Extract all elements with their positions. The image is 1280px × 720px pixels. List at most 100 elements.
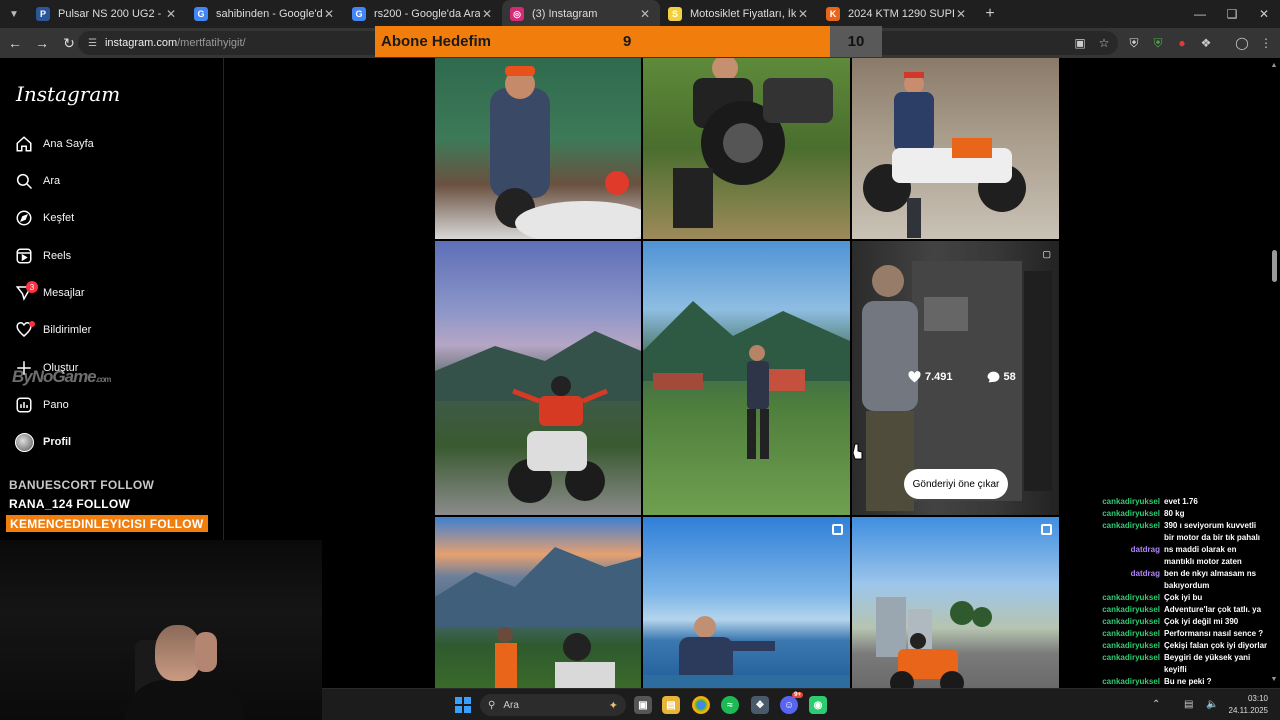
home-icon <box>14 134 34 154</box>
nav-messages[interactable]: 3 Mesajlar <box>14 281 85 305</box>
post-thumbnail[interactable] <box>435 517 641 688</box>
browser-tab[interactable]: S Motosiklet Fiyatları, İkinci El ve✕ <box>660 0 818 28</box>
chat-text: Çekişi falan çok iyi diyorlar <box>1164 641 1268 650</box>
record-extension-icon[interactable]: ● <box>1170 36 1194 50</box>
tab-favicon-icon: K <box>826 7 840 21</box>
feature-post-button[interactable]: Gönderiyi öne çıkar <box>904 469 1008 499</box>
chat-username: cankadiryuksel <box>1102 509 1160 518</box>
tab-close-icon[interactable]: ✕ <box>796 7 810 21</box>
tab-close-icon[interactable]: ✕ <box>638 7 652 21</box>
nav-profile[interactable]: Profil <box>14 430 71 454</box>
close-window-button[interactable]: ✕ <box>1248 0 1280 28</box>
tab-close-icon[interactable]: ✕ <box>480 7 494 21</box>
chat-username: cankadiryuksel <box>1102 641 1160 650</box>
chat-message: cankadiryuksel Çok iyi bu <box>1080 592 1270 604</box>
windows-start-icon[interactable] <box>455 697 471 713</box>
scrollbar-thumb[interactable] <box>1272 250 1277 282</box>
profile-icon[interactable]: ◯ <box>1230 36 1254 50</box>
nav-explore[interactable]: Keşfet <box>14 206 74 230</box>
nav-dashboard[interactable]: Pano <box>14 393 69 417</box>
post-image <box>643 301 850 459</box>
browser-tab[interactable]: P Pulsar NS 200 UG2 - 60 Ay Vade✕ <box>28 0 186 28</box>
post-thumbnail[interactable] <box>643 58 850 239</box>
forward-button[interactable]: → <box>30 35 54 51</box>
tab-close-icon[interactable]: ✕ <box>322 7 336 21</box>
post-stats: 7.491 58 <box>908 371 1050 383</box>
tab-favicon-icon: G <box>194 7 208 21</box>
tab-close-icon[interactable]: ✕ <box>954 7 968 21</box>
app-icon[interactable]: ❖ <box>751 696 769 714</box>
tab-favicon-icon: S <box>668 7 682 21</box>
tab-search-chevron-icon[interactable]: ▼ <box>0 0 28 28</box>
site-info-icon[interactable]: ☰ <box>88 38 97 49</box>
tab-title: rs200 - Google'da Ara <box>374 8 480 20</box>
chat-username: cankadiryuksel <box>1102 497 1160 506</box>
chat-text: ben de nkyı almasam ns bakıyordum <box>1164 569 1257 590</box>
new-tab-button[interactable]: + <box>976 5 1004 23</box>
profile-avatar-image <box>14 432 34 452</box>
chat-text: Çok iyi değil mi 390 <box>1164 617 1239 626</box>
volume-icon[interactable]: 🔈 <box>1206 699 1218 710</box>
chat-message: cankadiryuksel Performansı nasıl sence ? <box>1080 628 1270 640</box>
adguard-icon[interactable]: ⛨ <box>1146 36 1170 51</box>
chat-message: datdrag ns maddi olarak en mantıklı motor… <box>1080 544 1270 568</box>
webcam-feed <box>0 540 322 720</box>
taskbar-search[interactable]: ⚲ Ara ✦ <box>480 694 626 716</box>
chrome-icon[interactable] <box>692 696 710 714</box>
back-button[interactable]: ← <box>3 35 27 51</box>
heart-icon <box>14 320 35 340</box>
browser-tab[interactable]: Grs200 - Google'da Ara ✕ <box>344 0 502 28</box>
minimize-button[interactable]: — <box>1184 0 1216 28</box>
chat-username: datdrag <box>1130 545 1160 554</box>
post-thumbnail[interactable] <box>435 58 641 239</box>
avatar <box>14 432 34 452</box>
tab-title: Pulsar NS 200 UG2 - 60 Ay Vade <box>58 8 164 20</box>
puzzle-icon[interactable]: ❖ <box>1194 36 1218 50</box>
post-thumbnail[interactable] <box>852 58 1059 239</box>
start-tile <box>464 706 471 713</box>
window-controls: — ❑ ✕ <box>1184 0 1280 28</box>
comment-bubble-icon <box>987 371 999 383</box>
post-thumbnail[interactable] <box>643 241 850 515</box>
nav-reels[interactable]: Reels <box>14 244 71 268</box>
post-thumbnail[interactable] <box>435 241 641 515</box>
bookmark-star-icon[interactable]: ☆ <box>1092 36 1116 50</box>
nav-search[interactable]: Ara <box>14 169 60 193</box>
browser-tab[interactable]: K 2024 KTM 1290 SUPER ADVENTU✕ <box>818 0 976 28</box>
menu-dots-icon[interactable]: ⋮ <box>1254 36 1278 50</box>
task-view-icon[interactable]: ▣ <box>634 696 652 714</box>
network-icon[interactable]: ▤ <box>1184 699 1193 710</box>
chat-username: cankadiryuksel <box>1102 605 1160 614</box>
discord-icon[interactable]: ☺ 9+ <box>780 692 803 714</box>
browser-tab[interactable]: Gsahibinden - Google'da Ara✕ <box>186 0 344 28</box>
post-thumbnail[interactable]: ▢ 7.491 58 Gönderiyi öne çıkar <box>852 241 1059 515</box>
install-app-icon[interactable]: ▣ <box>1068 36 1092 50</box>
post-thumbnail[interactable] <box>852 517 1059 688</box>
instagram-logo[interactable]: Instagram <box>16 82 120 106</box>
restore-button[interactable]: ❑ <box>1216 0 1248 28</box>
file-explorer-icon[interactable]: ▤ <box>662 696 680 714</box>
taskbar-clock[interactable]: 03:10 24.11.2025 <box>1229 693 1268 717</box>
tray-chevron-icon[interactable]: ⌃ <box>1152 699 1160 710</box>
copilot-sparkle-icon: ✦ <box>608 699 618 712</box>
likes-value: 7.491 <box>925 371 953 383</box>
browser-tab[interactable]: ◎ (3) Instagram ✕ <box>502 0 660 28</box>
chat-message: cankadiryuksel Beygiri de yüksek yani key… <box>1080 652 1270 676</box>
post-thumbnail[interactable] <box>643 517 850 688</box>
nav-home[interactable]: Ana Sayfa <box>14 132 94 156</box>
likes-count: 7.491 <box>908 371 953 383</box>
chat-text: 80 kg <box>1164 509 1185 518</box>
obs-app-icon[interactable]: ◉ <box>809 696 827 714</box>
shield-icon[interactable]: ⛨ <box>1122 36 1146 51</box>
nav-notifications[interactable]: Bildirimler <box>14 318 91 342</box>
subscriber-goal-label: Abone Hedefim <box>381 33 492 50</box>
tab-close-icon[interactable]: ✕ <box>164 7 178 21</box>
nav-reels-label: Reels <box>43 250 72 262</box>
nav-search-label: Ara <box>43 175 61 187</box>
chat-message: cankadiryuksel Çok iyi değil mi 390 <box>1080 616 1270 628</box>
follow-alert-2: RANA_124 FOLLOW <box>9 496 131 511</box>
scroll-up-arrow-icon[interactable]: ▲ <box>1270 62 1278 69</box>
chat-username: cankadiryuksel <box>1102 629 1160 638</box>
spotify-icon[interactable]: ≈ <box>721 696 739 714</box>
scroll-down-arrow-icon[interactable]: ▼ <box>1270 676 1278 683</box>
